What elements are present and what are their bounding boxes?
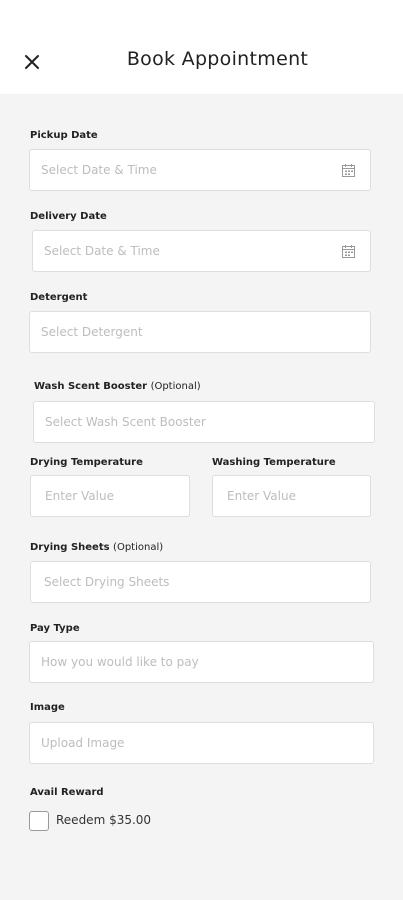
drying-sheets-label: Drying Sheets (Optional) xyxy=(30,542,163,553)
delivery-date-placeholder: Select Date & Time xyxy=(44,244,160,258)
calendar-icon[interactable] xyxy=(341,163,356,178)
redeem-label[interactable]: Reedem $35.00 xyxy=(56,813,151,827)
image-placeholder: Upload Image xyxy=(41,736,125,750)
image-label: Image xyxy=(30,702,65,713)
calendar-icon[interactable] xyxy=(341,244,356,259)
wash-scent-booster-label: Wash Scent Booster (Optional) xyxy=(34,381,201,392)
delivery-date-field[interactable]: Select Date & Time xyxy=(32,230,371,272)
avail-reward-label: Avail Reward xyxy=(30,787,104,798)
page-title: Book Appointment xyxy=(126,48,309,70)
wash-scent-booster-field[interactable]: Select Wash Scent Booster xyxy=(33,401,375,443)
app-header: Book Appointment xyxy=(0,0,403,94)
pay-type-label: Pay Type xyxy=(30,623,80,634)
drying-temperature-placeholder: Enter Value xyxy=(45,489,114,503)
drying-temperature-input[interactable]: Enter Value xyxy=(30,475,190,517)
pickup-date-label: Pickup Date xyxy=(30,130,98,141)
washing-temperature-placeholder: Enter Value xyxy=(227,489,296,503)
drying-temperature-label: Drying Temperature xyxy=(30,457,143,468)
delivery-date-label: Delivery Date xyxy=(30,211,107,222)
image-upload-field[interactable]: Upload Image xyxy=(29,722,374,764)
washing-temperature-label: Washing Temperature xyxy=(212,457,336,468)
drying-sheets-placeholder: Select Drying Sheets xyxy=(44,575,170,589)
drying-sheets-field[interactable]: Select Drying Sheets xyxy=(30,561,371,603)
wash-scent-booster-label-text: Wash Scent Booster xyxy=(34,381,148,392)
redeem-checkbox[interactable] xyxy=(29,811,49,831)
detergent-placeholder: Select Detergent xyxy=(41,325,143,339)
detergent-field[interactable]: Select Detergent xyxy=(29,311,371,353)
washing-temperature-input[interactable]: Enter Value xyxy=(212,475,371,517)
optional-tag: (Optional) xyxy=(113,542,164,553)
pickup-date-field[interactable]: Select Date & Time xyxy=(29,149,371,191)
drying-sheets-label-text: Drying Sheets xyxy=(30,542,110,553)
detergent-label: Detergent xyxy=(30,292,88,303)
pay-type-placeholder: How you would like to pay xyxy=(41,655,199,669)
pickup-date-placeholder: Select Date & Time xyxy=(41,163,157,177)
pay-type-field[interactable]: How you would like to pay xyxy=(29,641,374,683)
wash-scent-booster-placeholder: Select Wash Scent Booster xyxy=(45,415,206,429)
optional-tag: (Optional) xyxy=(150,381,201,392)
